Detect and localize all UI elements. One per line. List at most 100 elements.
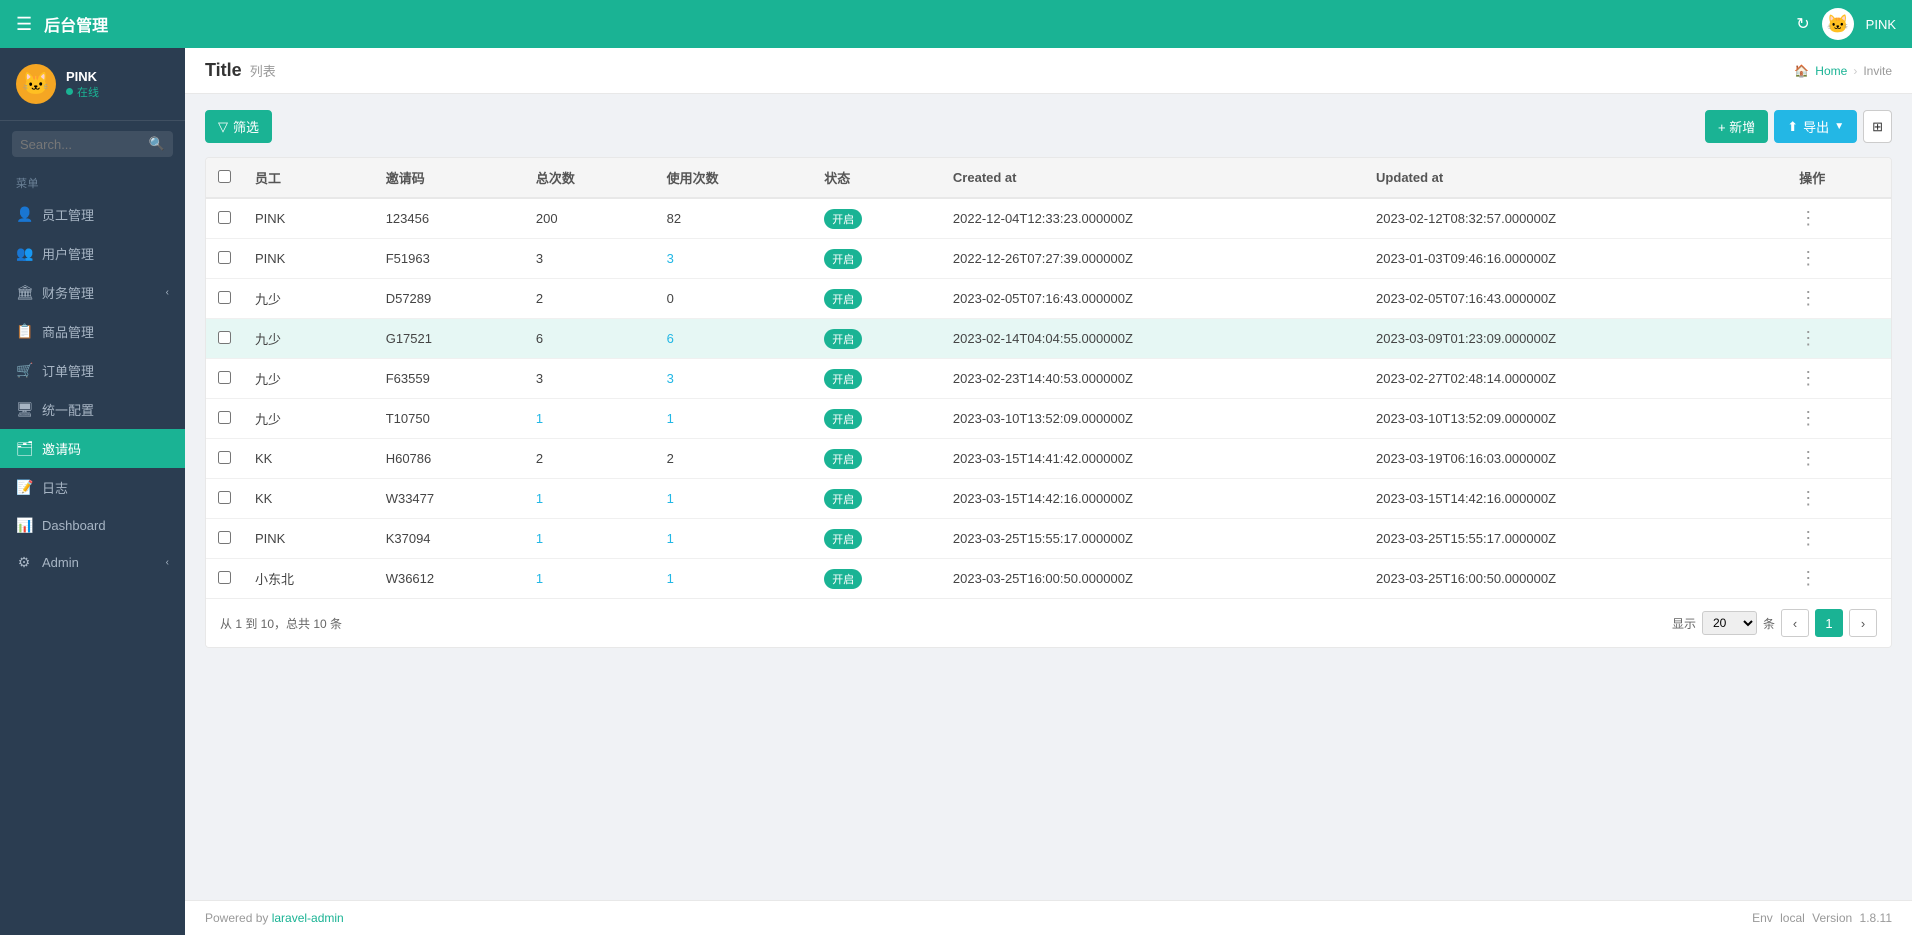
row-more-btn-4[interactable]: ⋮: [1799, 368, 1817, 388]
search-input[interactable]: [20, 137, 143, 152]
row-more-btn-6[interactable]: ⋮: [1799, 448, 1817, 468]
search-input-wrap: 🔍: [12, 131, 173, 157]
table-container: 员工 邀请码 总次数 使用次数 状态 Created at Updated at…: [205, 157, 1892, 648]
app-title: 后台管理: [44, 12, 108, 36]
table-header-row: 员工 邀请码 总次数 使用次数 状态 Created at Updated at…: [206, 158, 1891, 198]
toolbar: ▽ 筛选 + 新增 ⬆ 导出 ▼ ⊞: [205, 110, 1892, 143]
row-checkbox-3[interactable]: [218, 331, 231, 344]
topbar-username: PINK: [1866, 17, 1896, 32]
orders-icon: 🛒: [16, 362, 32, 379]
sidebar-item-orders[interactable]: 🛒 订单管理: [0, 351, 185, 390]
menu-icon[interactable]: ☰: [16, 14, 32, 35]
row-checkbox-4[interactable]: [218, 371, 231, 384]
row-actions-0: ⋮: [1787, 198, 1891, 239]
table-row: PINK K37094 1 1 开启 2023-03-25T15:55:17.0…: [206, 519, 1891, 559]
row-created-5: 2023-03-10T13:52:09.000000Z: [941, 399, 1364, 439]
row-checkbox-9[interactable]: [218, 571, 231, 584]
export-button[interactable]: ⬆ 导出 ▼: [1774, 110, 1857, 143]
row-updated-5: 2023-03-10T13:52:09.000000Z: [1364, 399, 1787, 439]
sidebar-item-staff[interactable]: 👤 员工管理: [0, 195, 185, 234]
footer: Powered by laravel-admin Env local Versi…: [185, 900, 1912, 935]
refresh-icon[interactable]: ↻: [1796, 14, 1809, 34]
row-status-9: 开启: [812, 559, 941, 599]
row-more-btn-1[interactable]: ⋮: [1799, 248, 1817, 268]
page-title: Title: [205, 60, 242, 81]
page-size-select[interactable]: 20 50 100: [1702, 611, 1757, 635]
row-checkbox-cell-9: [206, 559, 243, 599]
row-updated-1: 2023-01-03T09:46:16.000000Z: [1364, 239, 1787, 279]
view-button[interactable]: ⊞: [1863, 110, 1892, 143]
content-body: ▽ 筛选 + 新增 ⬆ 导出 ▼ ⊞: [185, 94, 1912, 900]
page-title-area: Title 列表: [205, 60, 276, 81]
row-checkbox-7[interactable]: [218, 491, 231, 504]
page-1-button[interactable]: 1: [1815, 609, 1843, 637]
staff-icon: 👤: [16, 206, 32, 223]
row-more-btn-7[interactable]: ⋮: [1799, 488, 1817, 508]
row-checkbox-8[interactable]: [218, 531, 231, 544]
row-updated-3: 2023-03-09T01:23:09.000000Z: [1364, 319, 1787, 359]
breadcrumb-invite: Invite: [1863, 64, 1892, 78]
row-status-0: 开启: [812, 198, 941, 239]
row-more-btn-9[interactable]: ⋮: [1799, 568, 1817, 588]
breadcrumb: 🏠 Home › Invite: [1794, 64, 1892, 78]
sidebar-item-logs[interactable]: 📝 日志: [0, 468, 185, 507]
row-more-btn-2[interactable]: ⋮: [1799, 288, 1817, 308]
row-total-5: 1: [524, 399, 655, 439]
row-checkbox-6[interactable]: [218, 451, 231, 464]
row-more-btn-8[interactable]: ⋮: [1799, 528, 1817, 548]
admin-icon: ⚙: [16, 554, 32, 571]
row-more-btn-0[interactable]: ⋮: [1799, 208, 1817, 228]
status-dot: [66, 88, 73, 95]
sidebar-item-finance[interactable]: 🏛 财务管理 ‹: [0, 273, 185, 312]
prev-page-button[interactable]: ‹: [1781, 609, 1809, 637]
row-checkbox-5[interactable]: [218, 411, 231, 424]
row-checkbox-0[interactable]: [218, 211, 231, 224]
users-icon: 👥: [16, 245, 32, 262]
table-row: KK H60786 2 2 开启 2023-03-15T14:41:42.000…: [206, 439, 1891, 479]
row-used-4: 3: [655, 359, 813, 399]
user-avatar-top[interactable]: 🐱: [1822, 8, 1854, 40]
nav-section-label: 菜单: [0, 167, 185, 195]
row-actions-2: ⋮: [1787, 279, 1891, 319]
sidebar-item-dashboard[interactable]: 📊 Dashboard: [0, 507, 185, 544]
row-used-1: 3: [655, 239, 813, 279]
row-checkbox-cell-1: [206, 239, 243, 279]
row-checkbox-2[interactable]: [218, 291, 231, 304]
pagination-area: 从 1 到 10，总共 10 条 显示 20 50 100 条 ‹ 1 ›: [206, 598, 1891, 647]
breadcrumb-home[interactable]: Home: [1815, 64, 1847, 78]
row-created-2: 2023-02-05T07:16:43.000000Z: [941, 279, 1364, 319]
row-used-3: 6: [655, 319, 813, 359]
row-staff-2: 九少: [243, 279, 374, 319]
row-created-6: 2023-03-15T14:41:42.000000Z: [941, 439, 1364, 479]
row-total-2: 2: [524, 279, 655, 319]
add-button[interactable]: + 新增: [1705, 110, 1768, 143]
row-created-9: 2023-03-25T16:00:50.000000Z: [941, 559, 1364, 599]
sidebar-item-invite[interactable]: 🗂 邀请码: [0, 429, 185, 468]
row-code-6: H60786: [374, 439, 524, 479]
sidebar-item-config[interactable]: 🖥 统一配置: [0, 390, 185, 429]
admin-arrow: ‹: [166, 557, 169, 568]
select-all-checkbox[interactable]: [218, 170, 231, 183]
filter-button[interactable]: ▽ 筛选: [205, 110, 272, 143]
sidebar-item-goods[interactable]: 📋 商品管理: [0, 312, 185, 351]
sidebar-item-label-invite: 邀请码: [42, 439, 169, 458]
table-row: 小东北 W36612 1 1 开启 2023-03-25T16:00:50.00…: [206, 559, 1891, 599]
row-used-6: 2: [655, 439, 813, 479]
row-checkbox-cell-0: [206, 198, 243, 239]
toolbar-right: + 新增 ⬆ 导出 ▼ ⊞: [1705, 110, 1892, 143]
sidebar-item-admin[interactable]: ⚙ Admin ‹: [0, 544, 185, 581]
footer-link[interactable]: laravel-admin: [272, 911, 344, 925]
sidebar-item-label-goods: 商品管理: [42, 322, 169, 341]
row-status-2: 开启: [812, 279, 941, 319]
sidebar-item-label-admin: Admin: [42, 555, 156, 570]
row-more-btn-5[interactable]: ⋮: [1799, 408, 1817, 428]
th-checkbox: [206, 158, 243, 198]
sidebar-item-users[interactable]: 👥 用户管理: [0, 234, 185, 273]
row-total-6: 2: [524, 439, 655, 479]
row-checkbox-1[interactable]: [218, 251, 231, 264]
row-more-btn-3[interactable]: ⋮: [1799, 328, 1817, 348]
row-checkbox-cell-6: [206, 439, 243, 479]
next-page-button[interactable]: ›: [1849, 609, 1877, 637]
row-updated-2: 2023-02-05T07:16:43.000000Z: [1364, 279, 1787, 319]
row-actions-9: ⋮: [1787, 559, 1891, 599]
